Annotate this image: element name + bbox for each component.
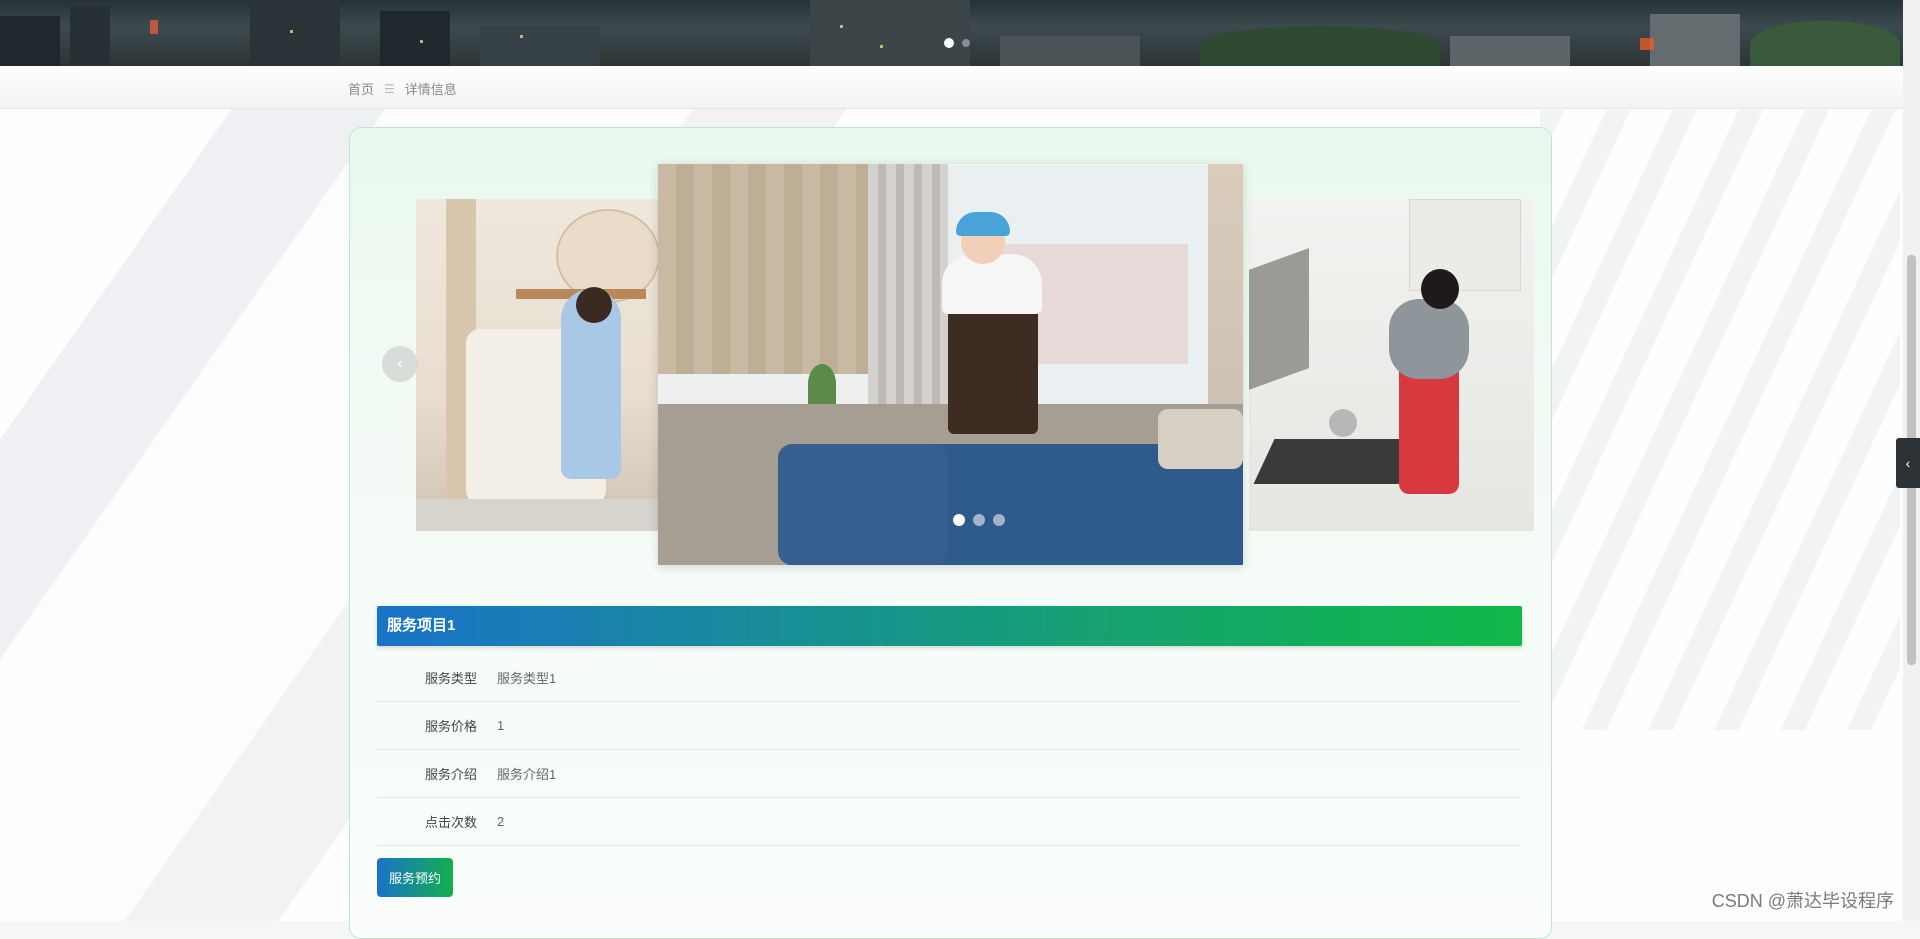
banner-dot[interactable] xyxy=(962,39,970,47)
service-title: 服务项目1 xyxy=(377,606,1522,646)
detail-label: 点击次数 xyxy=(424,815,477,830)
breadcrumb-bar: 首页 ☰ 详情信息 xyxy=(0,66,1903,109)
detail-value: 服务类型1 xyxy=(497,671,557,686)
breadcrumb-current: 详情信息 xyxy=(404,82,457,97)
carousel-slide-prev[interactable] xyxy=(416,199,662,531)
watermark: CSDN @萧达毕设程序 xyxy=(1711,891,1894,911)
carousel-dot-1[interactable] xyxy=(953,514,965,526)
detail-row-intro: 服务介绍 服务介绍1 xyxy=(377,750,1522,798)
breadcrumb-separator-icon: ☰ xyxy=(384,81,395,96)
detail-card: ‹ 服务项目1 服务类型 服务类型1 服务价格 1 服务介绍 服务介绍1 点击次… xyxy=(349,127,1552,939)
image-carousel: ‹ xyxy=(350,128,1551,598)
background-pattern xyxy=(1540,110,1900,730)
book-service-button[interactable]: 服务预约 xyxy=(377,858,453,897)
chevron-left-icon: ‹ xyxy=(1905,455,1911,471)
carousel-slide-active[interactable] xyxy=(658,164,1243,565)
top-banner-image xyxy=(0,0,1903,66)
detail-value: 服务介绍1 xyxy=(497,767,557,782)
carousel-dot-2[interactable] xyxy=(973,514,985,526)
banner-dot-active[interactable] xyxy=(944,38,954,48)
detail-value: 2 xyxy=(497,814,505,829)
detail-row-clicks: 点击次数 2 xyxy=(377,798,1522,846)
carousel-prev-button[interactable]: ‹ xyxy=(382,346,418,382)
detail-row-price: 服务价格 1 xyxy=(377,702,1522,750)
breadcrumb: 首页 ☰ 详情信息 xyxy=(348,79,457,98)
carousel-dots xyxy=(953,514,1005,526)
breadcrumb-home-link[interactable]: 首页 xyxy=(348,79,374,98)
carousel-dot-3[interactable] xyxy=(993,514,1005,526)
detail-label: 服务价格 xyxy=(424,719,477,734)
detail-label: 服务介绍 xyxy=(424,767,477,782)
service-details: 服务类型 服务类型1 服务价格 1 服务介绍 服务介绍1 点击次数 2 xyxy=(377,654,1522,846)
detail-label: 服务类型 xyxy=(424,671,477,686)
detail-value: 1 xyxy=(497,718,505,733)
detail-row-type: 服务类型 服务类型1 xyxy=(377,654,1522,702)
chevron-left-icon: ‹ xyxy=(397,355,403,372)
carousel-slide-next[interactable] xyxy=(1249,199,1534,531)
side-panel-toggle[interactable]: ‹ xyxy=(1896,438,1920,488)
